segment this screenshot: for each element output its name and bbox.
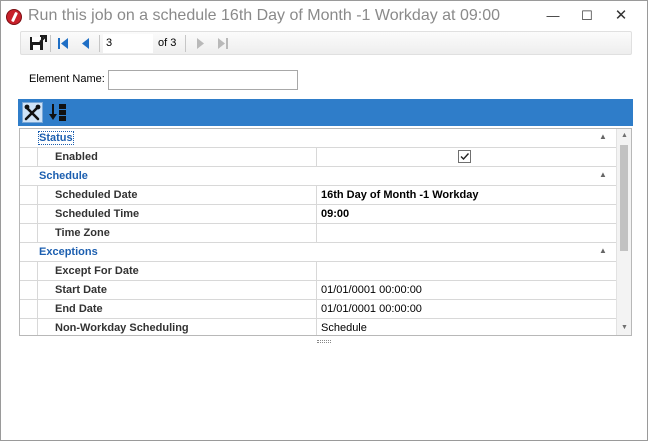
scroll-thumb[interactable] xyxy=(620,145,628,251)
category-row-exceptions[interactable]: Exceptions ▲ xyxy=(20,243,616,262)
previous-record-icon[interactable] xyxy=(77,35,95,52)
minimize-button[interactable]: — xyxy=(538,5,568,27)
toolbar-separator xyxy=(50,35,51,52)
toolbar-separator xyxy=(99,35,100,52)
categorized-view-icon[interactable] xyxy=(22,102,43,123)
category-row-status[interactable]: Status ▲ xyxy=(20,129,616,148)
save-close-icon[interactable] xyxy=(29,35,47,52)
scroll-down-icon[interactable]: ▼ xyxy=(617,321,631,335)
current-page-input[interactable]: 3 xyxy=(103,34,153,53)
element-name-label: Element Name: xyxy=(29,73,105,85)
page-count-label: of 3 xyxy=(158,37,177,49)
property-value: 16th Day of Month -1 Workday xyxy=(321,189,479,201)
close-button[interactable]: ✕ xyxy=(606,5,636,27)
scroll-up-icon[interactable]: ▲ xyxy=(617,129,631,143)
property-name: Non-Workday Scheduling xyxy=(55,322,189,334)
property-value: 09:00 xyxy=(321,208,350,220)
next-record-icon[interactable] xyxy=(191,35,209,52)
property-row-start-date[interactable]: Start Date 01/01/0001 00:00:00 xyxy=(20,281,616,300)
first-record-icon[interactable] xyxy=(54,35,72,52)
property-name: Enabled xyxy=(55,151,98,163)
property-name: End Date xyxy=(55,303,103,315)
category-row-schedule[interactable]: Schedule ▲ xyxy=(20,167,616,186)
record-navigator: 3 of 3 xyxy=(20,31,632,55)
app-icon xyxy=(6,9,22,25)
property-name: Scheduled Date xyxy=(55,189,138,201)
collapse-chevron-icon[interactable]: ▲ xyxy=(598,170,608,180)
category-label: Status xyxy=(38,131,74,145)
category-label: Exceptions xyxy=(39,246,98,258)
property-grid: Status ▲ Enabled Schedule ▲ Scheduled Da… xyxy=(19,128,632,336)
property-row-enabled[interactable]: Enabled xyxy=(20,148,616,167)
property-name: Time Zone xyxy=(55,227,110,239)
element-name-input[interactable] xyxy=(108,70,298,90)
dialog-window: Run this job on a schedule 16th Day of M… xyxy=(0,0,648,441)
maximize-button[interactable]: ☐ xyxy=(572,5,602,27)
property-grid-toolbar xyxy=(18,99,633,126)
property-name: Start Date xyxy=(55,284,107,296)
property-name: Scheduled Time xyxy=(55,208,140,220)
grid-splitter-handle[interactable] xyxy=(317,340,331,343)
window-title: Run this job on a schedule 16th Day of M… xyxy=(28,7,500,24)
collapse-chevron-icon[interactable]: ▲ xyxy=(598,246,608,256)
property-row-end-date[interactable]: End Date 01/01/0001 00:00:00 xyxy=(20,300,616,319)
collapse-chevron-icon[interactable]: ▲ xyxy=(598,132,608,142)
property-row-time-zone[interactable]: Time Zone xyxy=(20,224,616,243)
property-value: 01/01/0001 00:00:00 xyxy=(321,284,422,296)
property-value: Schedule xyxy=(321,322,367,334)
title-bar: Run this job on a schedule 16th Day of M… xyxy=(1,1,647,33)
property-row-scheduled-time[interactable]: Scheduled Time 09:00 xyxy=(20,205,616,224)
property-row-non-workday-scheduling[interactable]: Non-Workday Scheduling Schedule xyxy=(20,319,616,335)
vertical-scrollbar[interactable]: ▲ ▼ xyxy=(616,129,631,335)
last-record-icon[interactable] xyxy=(214,35,232,52)
enabled-checkbox[interactable] xyxy=(458,150,471,163)
property-value: 01/01/0001 00:00:00 xyxy=(321,303,422,315)
category-label: Schedule xyxy=(39,170,88,182)
alphabetical-sort-icon[interactable] xyxy=(48,102,69,123)
toolbar-separator xyxy=(185,35,186,52)
property-row-scheduled-date[interactable]: Scheduled Date 16th Day of Month -1 Work… xyxy=(20,186,616,205)
property-name: Except For Date xyxy=(55,265,139,277)
property-row-except-for-date[interactable]: Except For Date xyxy=(20,262,616,281)
